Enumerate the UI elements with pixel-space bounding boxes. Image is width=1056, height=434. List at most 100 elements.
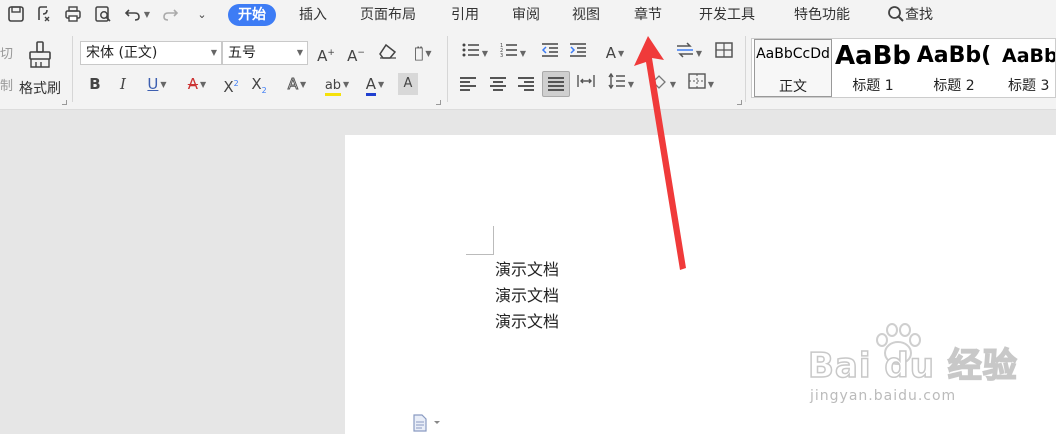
align-right-button[interactable] bbox=[514, 73, 538, 95]
superscript-button[interactable]: X2 bbox=[220, 73, 242, 96]
eraser-icon bbox=[379, 43, 397, 59]
bold-button[interactable]: B bbox=[84, 73, 106, 95]
style-label: 正文 bbox=[779, 79, 807, 95]
chevron-down-icon: ▼ bbox=[300, 79, 307, 89]
align-center-button[interactable] bbox=[486, 73, 510, 95]
output-pdf-icon[interactable] bbox=[34, 5, 54, 25]
style-label: 标题 2 bbox=[933, 78, 975, 94]
font-dialog-launcher[interactable] bbox=[436, 100, 441, 105]
grow-font-icon: A+ bbox=[317, 47, 335, 65]
tab-developer[interactable]: 开发工具 bbox=[699, 4, 755, 26]
line-spacing-button[interactable]: ▼ bbox=[604, 72, 638, 95]
undo-icon[interactable] bbox=[123, 5, 143, 25]
chevron-down-icon: ▼ bbox=[160, 79, 167, 89]
undo-dropdown-icon[interactable]: ▼ bbox=[142, 5, 152, 25]
chevron-down-icon: ▼ bbox=[210, 48, 217, 57]
text-effect-button[interactable]: A ▼ bbox=[280, 73, 314, 95]
highlight-button[interactable]: ab ▼ bbox=[318, 73, 356, 96]
style-label: 标题 3 bbox=[1008, 78, 1050, 94]
strikethrough-icon: A bbox=[187, 75, 199, 93]
style-sample: AaBb bbox=[1002, 45, 1056, 67]
chevron-down-icon: ▼ bbox=[669, 79, 677, 89]
redo-icon[interactable] bbox=[160, 5, 180, 25]
baidu-jingyan-watermark: Bai du 经验 jingyan.baidu.com bbox=[807, 320, 1017, 415]
style-heading-1[interactable]: AaBb 标题 1 bbox=[834, 39, 912, 97]
clipboard-dialog-launcher[interactable] bbox=[62, 100, 67, 105]
document-line[interactable]: 演示文档 bbox=[495, 282, 559, 306]
ribbon-toolbar: 切 制 格式刷 宋体 (正文) ▼ 五号 ▼ A+ A− 文̈ ▼ B I U ▼ A ▼… bbox=[0, 30, 1056, 110]
shrink-font-button[interactable]: A− bbox=[344, 42, 368, 65]
tab-chapter[interactable]: 章节 bbox=[634, 4, 662, 26]
paste-options-button[interactable] bbox=[412, 414, 444, 434]
chevron-down-icon: ▼ bbox=[695, 48, 703, 58]
strikethrough-button[interactable]: A ▼ bbox=[180, 73, 214, 95]
tab-start[interactable]: 开始 bbox=[228, 4, 276, 26]
chevron-down-icon: ▼ bbox=[481, 48, 489, 58]
italic-button[interactable]: I bbox=[112, 73, 134, 95]
font-size-combo[interactable]: 五号 ▼ bbox=[222, 41, 308, 65]
tab-view[interactable]: 视图 bbox=[572, 4, 600, 26]
align-center-icon bbox=[490, 77, 506, 91]
decrease-indent-button[interactable] bbox=[538, 42, 562, 64]
highlight-icon: ab bbox=[324, 78, 342, 96]
chevron-down-icon: ▼ bbox=[378, 79, 385, 89]
table-grid-button[interactable] bbox=[712, 42, 736, 64]
group-separator bbox=[745, 36, 746, 102]
document-line[interactable]: 演示文档 bbox=[495, 256, 559, 280]
format-painter-button[interactable]: 格式刷 bbox=[14, 40, 66, 100]
font-name-value: 宋体 (正文) bbox=[86, 45, 158, 61]
distribute-button[interactable] bbox=[574, 73, 598, 95]
margin-corner-mark bbox=[466, 226, 494, 255]
style-normal[interactable]: AaBbCcDd 正文 bbox=[754, 39, 832, 97]
customize-toolbar-icon[interactable]: ⌄ bbox=[192, 5, 212, 25]
style-heading-2[interactable]: AaBb( 标题 2 bbox=[914, 39, 994, 97]
save-icon[interactable] bbox=[6, 5, 26, 25]
text-direction-button[interactable]: A ▼ bbox=[598, 42, 632, 64]
watermark-url: jingyan.baidu.com bbox=[810, 388, 957, 404]
sort-button[interactable]: ▼ bbox=[672, 42, 706, 64]
tab-review[interactable]: 审阅 bbox=[512, 4, 540, 26]
increase-indent-button[interactable] bbox=[566, 42, 590, 64]
tab-references[interactable]: 引用 bbox=[451, 4, 479, 26]
text-direction-icon: A bbox=[605, 44, 617, 62]
print-icon[interactable] bbox=[63, 5, 83, 25]
styles-gallery: AaBbCcDd 正文 AaBb 标题 1 AaBb( 标题 2 AaBb 标题… bbox=[751, 38, 1056, 98]
paragraph-dialog-launcher[interactable] bbox=[737, 100, 742, 105]
svg-text:3: 3 bbox=[500, 53, 503, 58]
print-preview-icon[interactable] bbox=[93, 5, 113, 25]
subscript-button[interactable]: X2 bbox=[248, 73, 270, 95]
shrink-font-icon: A− bbox=[347, 47, 365, 65]
shading-button[interactable]: ▼ bbox=[646, 73, 680, 95]
grow-font-button[interactable]: A+ bbox=[314, 42, 338, 65]
align-right-icon bbox=[518, 77, 534, 91]
font-color-icon: A bbox=[365, 75, 377, 96]
align-left-button[interactable] bbox=[456, 73, 480, 95]
watermark-title: Bai du 经验 bbox=[807, 345, 1018, 387]
style-heading-3[interactable]: AaBb 标题 3 bbox=[996, 39, 1056, 97]
tab-page-layout[interactable]: 页面布局 bbox=[360, 4, 416, 26]
justify-button[interactable] bbox=[542, 71, 570, 97]
chevron-down-icon: ▼ bbox=[707, 79, 715, 89]
document-line[interactable]: 演示文档 bbox=[495, 308, 559, 332]
numbering-button[interactable]: 1 2 3 ▼ bbox=[496, 42, 530, 64]
phonetic-guide-button[interactable]: 文̈ ▼ bbox=[406, 42, 440, 64]
tab-special-features[interactable]: 特色功能 bbox=[794, 4, 850, 26]
character-shading-button[interactable]: A bbox=[398, 73, 418, 95]
decrease-indent-icon bbox=[541, 43, 558, 57]
font-name-combo[interactable]: 宋体 (正文) ▼ bbox=[80, 41, 222, 65]
group-separator bbox=[72, 36, 73, 102]
search-button[interactable]: 查找 bbox=[887, 4, 933, 26]
underline-button[interactable]: U ▼ bbox=[140, 73, 174, 95]
clear-format-button[interactable] bbox=[376, 42, 400, 64]
borders-button[interactable]: ▼ bbox=[684, 73, 718, 95]
bullets-button[interactable]: ▼ bbox=[458, 42, 492, 64]
cut-button[interactable]: 切 bbox=[0, 44, 13, 66]
font-size-value: 五号 bbox=[228, 45, 256, 61]
search-label: 查找 bbox=[905, 7, 933, 23]
chevron-down-icon: ▼ bbox=[296, 48, 303, 57]
paste-button[interactable]: 制 bbox=[0, 76, 13, 98]
format-painter-label: 格式刷 bbox=[19, 81, 61, 97]
underline-icon: U bbox=[147, 75, 159, 93]
tab-insert[interactable]: 插入 bbox=[299, 4, 327, 26]
font-color-button[interactable]: A ▼ bbox=[358, 73, 392, 96]
